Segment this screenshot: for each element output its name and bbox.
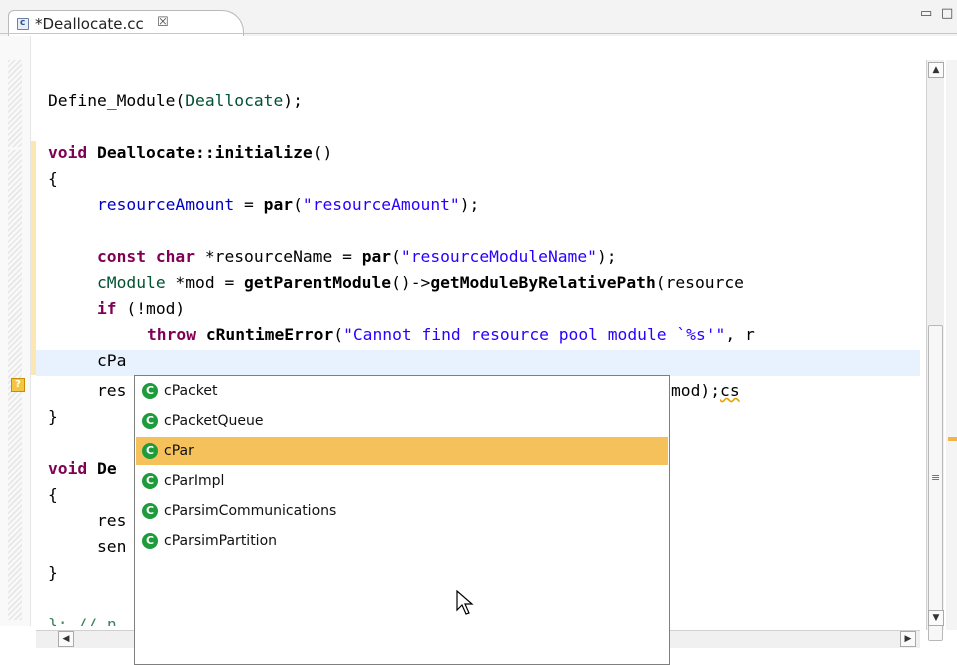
code-line: Define_Module(Deallocate); — [48, 91, 303, 110]
scroll-down-icon[interactable]: ▼ — [928, 610, 944, 626]
mouse-pointer-icon — [456, 590, 474, 615]
ruler-hatch — [8, 60, 22, 147]
code-line: res — [97, 511, 127, 530]
class-icon: C — [142, 473, 158, 489]
completion-item[interactable]: CcParsimPartition — [136, 527, 668, 555]
tab-close-icon[interactable]: ☒ — [157, 15, 169, 30]
class-icon: C — [142, 533, 158, 549]
overview-warning-marker[interactable] — [948, 437, 957, 441]
class-icon: C — [142, 383, 158, 399]
minimize-icon[interactable]: ▭ — [920, 7, 936, 20]
code-line: }; // n — [48, 615, 117, 626]
code-line: } — [48, 407, 58, 426]
completion-item-label: cPacket — [164, 383, 218, 399]
completion-item[interactable]: CcPacketQueue — [136, 407, 668, 435]
completion-item-label: cParsimCommunications — [164, 503, 337, 519]
completion-item[interactable]: CcPacket — [136, 377, 668, 405]
code-line: sen — [97, 537, 127, 556]
code-line-current: cPa — [97, 351, 127, 370]
scrollbar-thumb[interactable]: ≡ — [928, 325, 943, 641]
code-line: mod);cs — [671, 381, 740, 400]
code-line: { — [48, 485, 58, 504]
editor-tab-bar: c *Deallocate.cc ☒ ▭ □ — [0, 0, 957, 36]
code-line: if (!mod) — [97, 299, 186, 318]
code-line: { — [48, 169, 58, 188]
current-line-highlight — [36, 350, 920, 376]
code-line: cModule *mod = getParentModule()->getMod… — [97, 273, 744, 292]
code-line: res — [97, 381, 127, 400]
content-assist-popup[interactable]: CcPacket CcPacketQueue CcPar CcParImpl CcPar… — [134, 375, 670, 665]
scroll-left-icon[interactable]: ◀ — [58, 631, 74, 647]
completion-item-label: cParImpl — [164, 473, 225, 489]
overview-ruler[interactable] — [946, 60, 957, 630]
code-line: throw cRuntimeError("Cannot find resourc… — [147, 325, 755, 344]
code-line: void Deallocate::initialize() — [48, 143, 333, 162]
tab-title: *Deallocate.cc — [35, 15, 144, 33]
class-icon: C — [142, 443, 158, 459]
code-line: void De — [48, 459, 117, 478]
class-icon: C — [142, 503, 158, 519]
completion-item[interactable]: CcParImpl — [136, 467, 668, 495]
code-line: const char *resourceName = par("resource… — [97, 247, 617, 266]
c-file-icon: c — [17, 18, 29, 30]
scroll-right-icon[interactable]: ▶ — [900, 631, 916, 647]
grip-icon: ≡ — [931, 471, 941, 484]
tab-divider — [0, 33, 957, 34]
vertical-scrollbar[interactable]: ▲ ≡ ▼ — [926, 60, 944, 641]
warning-marker-icon[interactable]: ? — [11, 378, 25, 392]
scroll-up-icon[interactable]: ▲ — [928, 62, 944, 78]
completion-item-label: cPacketQueue — [164, 413, 264, 429]
maximize-icon[interactable]: □ — [941, 7, 957, 20]
class-icon: C — [142, 413, 158, 429]
completion-item[interactable]: CcPar — [136, 437, 668, 465]
completion-item-label: cPar — [164, 443, 194, 459]
code-line: resourceAmount = par("resourceAmount"); — [97, 195, 480, 214]
completion-item-label: cParsimPartition — [164, 533, 278, 549]
completion-item[interactable]: CcParsimCommunications — [136, 497, 668, 525]
code-line: } — [48, 563, 58, 582]
change-marker — [31, 141, 36, 375]
